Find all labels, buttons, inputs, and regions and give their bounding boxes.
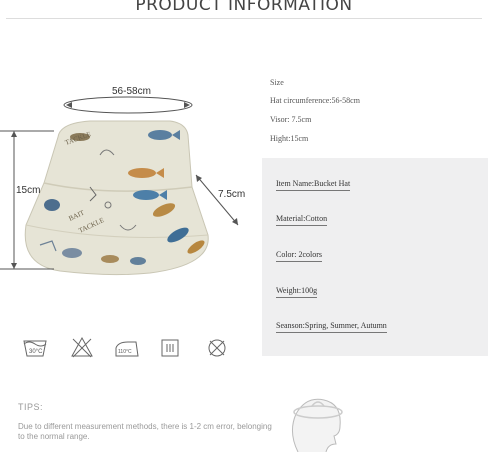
- height-label: 15cm: [16, 185, 41, 196]
- iron-temp-label: 110°C: [118, 349, 132, 355]
- title-divider: [6, 18, 482, 19]
- no-bleach-icon: [71, 336, 93, 358]
- page-title: PRODUCT INFORMATION: [135, 0, 353, 15]
- circumference-label: 56-58cm: [112, 86, 151, 97]
- spec-weight: Weight:100g: [276, 286, 318, 298]
- bucket-hat-image: TACKLE BAIT TACKLE: [0, 96, 239, 276]
- spec-color: Color: 2colors: [276, 250, 322, 262]
- size-heading: Size: [270, 78, 284, 87]
- size-visor: Visor: 7.5cm: [270, 115, 312, 124]
- dry-flat-icon: [161, 339, 179, 357]
- head-measure-icon: [292, 398, 343, 452]
- iron-110-icon: 110°C: [115, 341, 139, 357]
- care-icons: 30°C 110°C: [23, 336, 226, 358]
- no-dry-clean-icon: [208, 339, 226, 357]
- spec-season: Seanson:Spring, Summer, Autumn: [276, 321, 387, 333]
- spec-item-name: Item Name:Bucket Hat: [276, 179, 351, 191]
- wash-temp-label: 30°C: [29, 349, 43, 355]
- tips-heading: TIPS:: [18, 402, 44, 412]
- wash-30-icon: 30°C: [23, 340, 47, 357]
- size-circumference: Hat circumference:56-58cm: [270, 96, 360, 105]
- tips-text: Due to different measurement methods, th…: [18, 422, 272, 441]
- size-height: Hight:15cm: [270, 134, 309, 143]
- spec-material: Material:Cotton: [276, 214, 328, 226]
- visor-label: 7.5cm: [218, 189, 246, 200]
